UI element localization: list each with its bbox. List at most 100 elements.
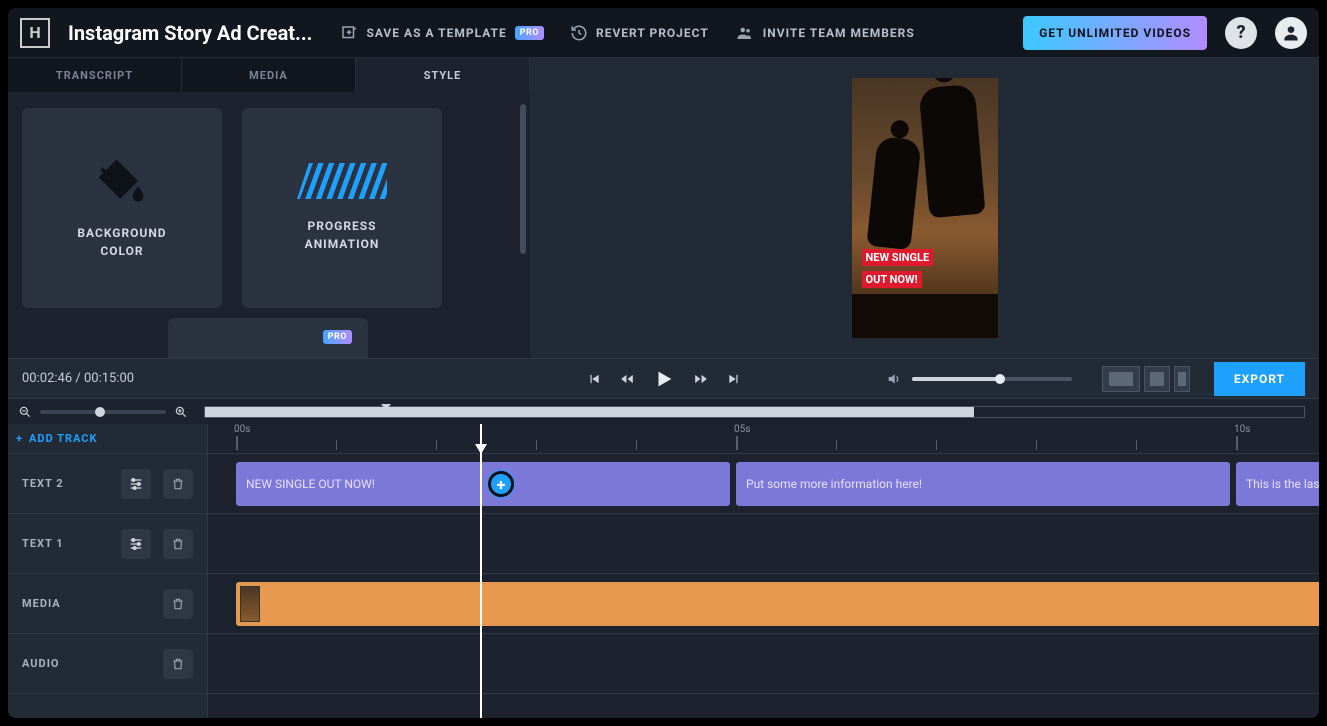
volume-slider[interactable] <box>912 377 1072 381</box>
timeline-range[interactable] <box>204 406 1305 418</box>
help-button[interactable]: ? <box>1225 17 1257 49</box>
volume-fill <box>912 377 1000 381</box>
track-row-text1[interactable] <box>208 514 1319 574</box>
skip-start-button[interactable] <box>587 372 601 386</box>
zoom-slider[interactable] <box>40 410 166 414</box>
save-template-button[interactable]: SAVE AS A TEMPLATE PRO <box>340 24 544 42</box>
add-track-label: ADD TRACK <box>29 432 97 445</box>
clip-label: NEW SINGLE OUT NOW! <box>246 477 375 491</box>
preview-panel: NEW SINGLE OUT NOW! <box>530 58 1319 358</box>
app-logo-letter: H <box>29 23 40 42</box>
text-clip[interactable]: This is the last <box>1236 462 1319 506</box>
aspect-square-button[interactable] <box>1144 366 1170 392</box>
timeline-tracks-area[interactable]: 00s 05s 10s NEW SINGLE OUT NOW! Put some mo… <box>208 424 1319 718</box>
style-cards-area: BACKGROUND COLOR PROGRESS ANIMATION PRO <box>8 92 530 358</box>
track-head-audio: AUDIO <box>8 634 207 694</box>
track-row-text2[interactable]: NEW SINGLE OUT NOW! Put some more informa… <box>208 454 1319 514</box>
plus-icon: + <box>16 432 23 445</box>
tab-style[interactable]: STYLE <box>356 58 530 92</box>
playhead[interactable] <box>480 424 482 718</box>
track-row-media[interactable] <box>208 574 1319 634</box>
playbar: 00:02:46 / 00:15:00 EXPORT <box>8 358 1319 398</box>
track-name: MEDIA <box>22 597 151 610</box>
progress-animation-icon <box>297 163 387 199</box>
track-settings-button[interactable] <box>121 529 151 559</box>
track-delete-button[interactable] <box>163 469 193 499</box>
timeline-range-marker[interactable] <box>381 404 391 410</box>
track-head-media: MEDIA <box>8 574 207 634</box>
project-title[interactable]: Instagram Story Ad Creat... <box>68 21 312 45</box>
add-track-button[interactable]: + ADD TRACK <box>8 424 207 454</box>
preview-ground <box>852 294 998 338</box>
timeline: + ADD TRACK TEXT 2 TEXT 1 MEDIA AUDIO 00s 05… <box>8 424 1319 718</box>
track-delete-button[interactable] <box>163 529 193 559</box>
topbar: H Instagram Story Ad Creat... SAVE AS A … <box>8 8 1319 58</box>
track-head-text1: TEXT 1 <box>8 514 207 574</box>
ruler-label: 05s <box>734 424 750 435</box>
main-row: TRANSCRIPT MEDIA STYLE BACKGROUND COLOR … <box>8 58 1319 358</box>
tab-media[interactable]: MEDIA <box>182 58 356 92</box>
invite-label: INVITE TEAM MEMBERS <box>763 26 915 40</box>
track-name: TEXT 2 <box>22 477 109 490</box>
card-background-color-label: BACKGROUND COLOR <box>77 224 166 260</box>
zoom-in-button[interactable] <box>174 405 188 419</box>
zoom-knob[interactable] <box>95 407 105 417</box>
left-panel: TRANSCRIPT MEDIA STYLE BACKGROUND COLOR … <box>8 58 530 358</box>
add-clip-button[interactable]: + <box>488 471 514 497</box>
pro-badge: PRO <box>323 330 352 344</box>
timeline-range-fill <box>205 407 974 417</box>
preview-figure <box>866 136 921 250</box>
aspect-ratio-group <box>1102 366 1190 392</box>
get-unlimited-button[interactable]: GET UNLIMITED VIDEOS <box>1023 16 1207 50</box>
aspect-wide-button[interactable] <box>1102 366 1140 392</box>
preview-figure <box>918 84 985 218</box>
track-delete-button[interactable] <box>163 589 193 619</box>
volume-icon[interactable] <box>886 371 902 387</box>
card-progress-animation[interactable]: PROGRESS ANIMATION <box>242 108 442 308</box>
timeline-ruler[interactable]: 00s 05s 10s <box>208 424 1319 454</box>
card-background-color[interactable]: BACKGROUND COLOR <box>22 108 222 308</box>
track-row-audio[interactable] <box>208 634 1319 694</box>
zoom-out-button[interactable] <box>18 405 32 419</box>
revert-icon <box>570 24 588 42</box>
cards-scrollbar[interactable] <box>520 104 526 254</box>
account-avatar[interactable] <box>1275 17 1307 49</box>
media-clip[interactable] <box>236 582 1319 626</box>
track-delete-button[interactable] <box>163 649 193 679</box>
save-template-icon <box>340 24 358 42</box>
team-icon <box>735 24 755 42</box>
clip-label: Put some more information here! <box>746 477 922 491</box>
track-name: TEXT 1 <box>22 537 109 550</box>
clip-thumbnail <box>240 586 260 622</box>
rewind-button[interactable] <box>619 372 635 386</box>
tab-transcript[interactable]: TRANSCRIPT <box>8 58 182 92</box>
ruler-label: 00s <box>234 424 250 435</box>
time-display: 00:02:46 / 00:15:00 <box>22 371 134 386</box>
paint-bucket-icon <box>93 156 151 206</box>
top-actions: SAVE AS A TEMPLATE PRO REVERT PROJECT IN… <box>340 24 914 42</box>
preview-canvas[interactable]: NEW SINGLE OUT NOW! <box>852 78 998 338</box>
pro-badge: PRO <box>515 26 544 40</box>
track-settings-button[interactable] <box>121 469 151 499</box>
ruler-label: 10s <box>1234 424 1250 435</box>
export-button[interactable]: EXPORT <box>1214 362 1305 396</box>
card-pro-locked[interactable]: PRO <box>168 318 368 358</box>
clip-label: This is the last <box>1246 477 1319 491</box>
save-template-label: SAVE AS A TEMPLATE <box>366 26 506 40</box>
revert-project-button[interactable]: REVERT PROJECT <box>570 24 709 42</box>
forward-button[interactable] <box>693 372 709 386</box>
panel-tabs: TRANSCRIPT MEDIA STYLE <box>8 58 530 92</box>
play-button[interactable] <box>653 368 675 390</box>
preview-caption-line1: NEW SINGLE <box>862 249 934 266</box>
app-logo[interactable]: H <box>20 18 50 48</box>
play-controls <box>587 368 741 390</box>
skip-end-button[interactable] <box>727 372 741 386</box>
revert-label: REVERT PROJECT <box>596 26 709 40</box>
aspect-vertical-button[interactable] <box>1174 366 1190 392</box>
invite-team-button[interactable]: INVITE TEAM MEMBERS <box>735 24 915 42</box>
text-clip[interactable]: NEW SINGLE OUT NOW! <box>236 462 730 506</box>
text-clip[interactable]: Put some more information here! <box>736 462 1230 506</box>
card-progress-animation-label: PROGRESS ANIMATION <box>305 217 380 253</box>
volume-knob[interactable] <box>995 374 1005 384</box>
preview-caption-line2: OUT NOW! <box>862 271 922 288</box>
